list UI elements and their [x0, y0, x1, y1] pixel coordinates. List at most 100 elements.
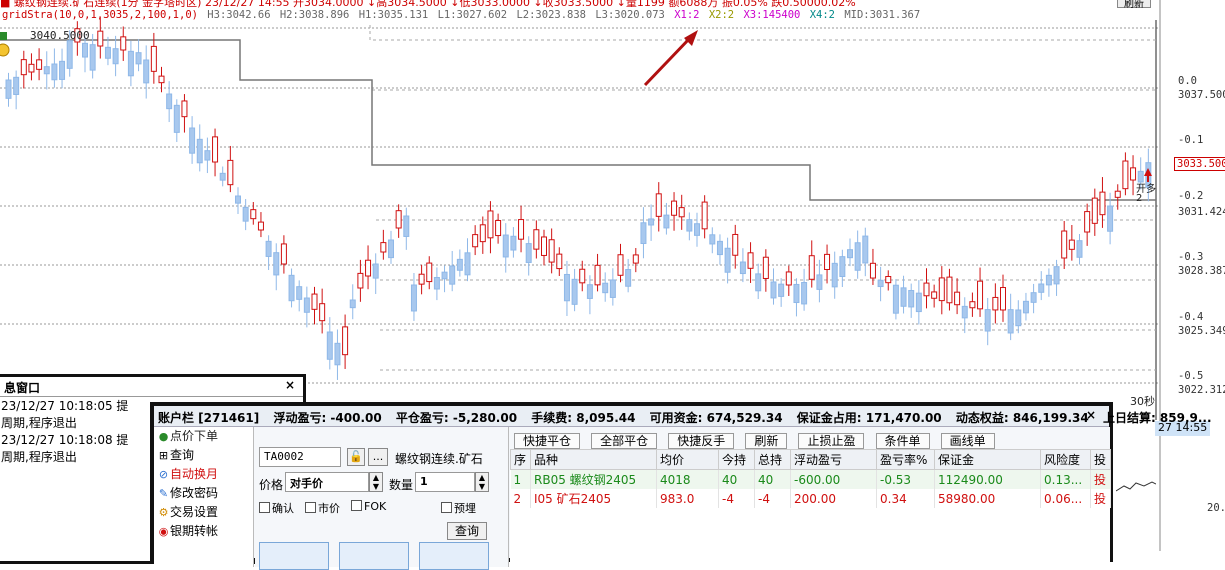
close-icon[interactable]: × — [285, 378, 295, 392]
quantity-label: 数量 — [389, 478, 414, 492]
column-header[interactable]: 风险度 — [1040, 449, 1091, 470]
countdown-label: 30秒 — [1130, 395, 1155, 408]
menu-item-click-order[interactable]: ● 点价下单 — [154, 427, 253, 446]
menu-item-trade-settings[interactable]: ⚙ 交易设置 — [154, 503, 253, 522]
confirm-checkbox[interactable]: 确认 — [259, 500, 294, 516]
candle-body — [931, 291, 938, 299]
candle-body — [143, 59, 150, 84]
candle-body — [280, 243, 287, 265]
circle-icon: ● — [158, 430, 169, 443]
column-header[interactable]: 序 — [510, 449, 531, 470]
candle-body — [586, 284, 593, 299]
candle-body — [992, 296, 999, 311]
price-stepper[interactable]: ▲ ▼ — [369, 472, 383, 492]
quick-close-button[interactable]: 快捷平仓 — [514, 433, 581, 449]
table-cell: 40 — [718, 469, 755, 489]
candle-body — [617, 254, 624, 276]
candle-body — [311, 293, 318, 310]
l3-value: L3:3020.073 — [595, 9, 665, 21]
column-header[interactable]: 品种 — [530, 449, 657, 470]
menu-item-change-password[interactable]: ✎ 修改密码 — [154, 484, 253, 503]
rollover-icon: ⊘ — [158, 468, 169, 481]
right-axis-partial: 20. — [1207, 502, 1225, 514]
trading-panel[interactable]: 账户栏 [271461] 浮动盈亏: -400.00 平仓盈亏: -5,280.… — [150, 402, 1212, 570]
lock-icon[interactable]: 🔓 — [347, 448, 365, 466]
menu-item-query[interactable]: ⊞ 查询 — [154, 446, 253, 465]
smiley-icon — [0, 43, 10, 57]
close-position-button[interactable] — [419, 542, 489, 570]
preorder-checkbox[interactable]: 预埋 — [441, 500, 476, 516]
column-header[interactable]: 今持 — [718, 449, 755, 470]
lock-icon — [0, 32, 7, 40]
candle-body — [372, 263, 379, 279]
close-all-button[interactable]: 全部平仓 — [591, 433, 658, 449]
conditional-order-button[interactable]: 条件单 — [875, 433, 930, 449]
table-row[interactable]: 1 RB05 螺纹钢2405 4018 40 40 -600.00 -0.53 … — [510, 469, 1111, 489]
preorder-label: 预埋 — [454, 502, 476, 515]
price-input[interactable]: 对手价 — [285, 472, 369, 492]
column-header[interactable]: 均价 — [656, 449, 719, 470]
column-header[interactable]: 保证金 — [934, 449, 1041, 470]
trade-menu: ● 点价下单 ⊞ 查询 ⊘ 自动换月 ✎ 修改密码 ⚙ 交易设置 ◉ 银期转帐 — [154, 427, 254, 567]
candle-body — [326, 331, 333, 360]
refresh-button[interactable]: 刷新 — [745, 433, 788, 449]
market-checkbox[interactable]: 市价 — [305, 500, 340, 516]
candle-body — [954, 291, 961, 306]
quantity-stepper[interactable]: ▲ ▼ — [475, 472, 489, 492]
stop-loss-profit-button[interactable]: 止损止盈 — [798, 433, 865, 449]
axis-tick-label: 3031.424 — [1178, 206, 1225, 218]
query-button[interactable]: 查询 — [447, 522, 487, 540]
menu-item-auto-rollover[interactable]: ⊘ 自动换月 — [154, 465, 253, 484]
candle-body — [640, 222, 647, 245]
x3-value: X3:145400 — [743, 9, 801, 21]
column-header[interactable]: 盈亏率% — [876, 449, 935, 470]
table-cell: -600.00 — [790, 469, 877, 489]
candle-body — [1107, 205, 1114, 232]
candle-body — [915, 292, 922, 313]
candle-body — [1015, 309, 1022, 327]
sell-button[interactable] — [339, 542, 409, 570]
high-price-tag: 3040.5000 — [30, 29, 90, 42]
annotation-arrow — [643, 36, 692, 87]
l2-value: L2:3023.838 — [516, 9, 587, 21]
candle-body — [296, 286, 303, 300]
quantity-input[interactable]: 1 — [415, 472, 475, 492]
candle-body — [946, 276, 953, 304]
account-select[interactable]: TA0002 — [259, 447, 341, 467]
candle-body — [724, 247, 731, 273]
candle-body — [426, 262, 433, 283]
quick-reverse-button[interactable]: 快捷反手 — [668, 433, 735, 449]
table-row[interactable]: 2 I05 矿石2405 983.0 -4 -4 200.00 0.34 589… — [510, 489, 1111, 508]
candle-body — [824, 253, 831, 271]
fok-checkbox[interactable]: FOK — [351, 500, 386, 513]
account-bar: 账户栏 [271461] 浮动盈亏: -400.00 平仓盈亏: -5,280.… — [154, 406, 1212, 427]
candle-body — [273, 252, 280, 276]
candle-body — [449, 265, 456, 285]
line-order-button[interactable]: 画线单 — [940, 433, 995, 449]
menu-item-bank-transfer[interactable]: ◉ 银期转帐 — [154, 522, 253, 541]
menu-item-label: 自动换月 — [170, 467, 219, 481]
candle-body — [479, 224, 486, 243]
candle-body — [410, 284, 417, 312]
table-cell: 2 — [510, 489, 531, 508]
more-button[interactable]: ... — [368, 448, 388, 466]
column-header[interactable]: 浮动盈亏 — [790, 449, 877, 470]
message-window-titlebar[interactable]: 息窗口 × — [0, 377, 303, 397]
candle-body — [632, 254, 639, 264]
column-header[interactable]: 投 — [1090, 449, 1111, 470]
h1-value: H1:3035.131 — [358, 9, 429, 21]
close-icon[interactable]: × — [1086, 408, 1096, 422]
candle-body — [441, 271, 448, 280]
indicator-name: gridStra(10,0,1,3035,2,100,1,0) — [2, 9, 198, 21]
buy-button[interactable] — [259, 542, 329, 570]
table-cell: 0.06... — [1040, 489, 1091, 508]
candle-body — [456, 258, 463, 271]
candle-body — [403, 215, 410, 237]
menu-item-label: 点价下单 — [170, 429, 219, 443]
candle-body — [1122, 160, 1129, 190]
column-header[interactable]: 总持 — [754, 449, 791, 470]
candle-body — [663, 214, 670, 229]
candle-body — [808, 255, 815, 280]
header-refresh-button[interactable]: 刷新 — [1117, 0, 1151, 10]
candle-body — [1099, 191, 1106, 216]
